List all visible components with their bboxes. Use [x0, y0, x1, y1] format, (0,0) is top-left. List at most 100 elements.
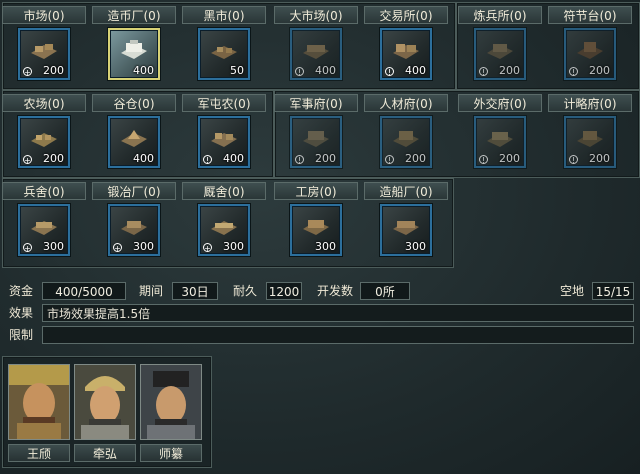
building-market[interactable]: 市场(0) + 200	[2, 6, 88, 90]
funds-label: 资金	[8, 284, 33, 298]
building-strategy-office[interactable]: 计略府(0) ! 200	[548, 94, 634, 178]
building-military-farm[interactable]: 军屯农(0) ! 400	[182, 94, 268, 178]
building-cost: 400	[315, 64, 336, 77]
diplomacy-office-icon[interactable]: ! 200	[474, 116, 526, 168]
officer-name: 牵弘	[74, 444, 136, 462]
officer-portrait-icon[interactable]	[74, 364, 136, 440]
building-cost: 200	[499, 152, 520, 165]
building-label: 造船厂(0)	[364, 182, 448, 200]
military-office-icon[interactable]: ! 200	[290, 116, 342, 168]
workshop-icon[interactable]: 300	[290, 204, 342, 256]
farm-icon[interactable]: + 200	[18, 116, 70, 168]
vacant-label: 空地	[559, 284, 584, 298]
mint-icon[interactable]: 400	[108, 28, 160, 80]
building-label: 厩舍(0)	[182, 182, 266, 200]
limit-text	[42, 326, 634, 344]
building-label: 造币厂(0)	[92, 6, 176, 24]
funds-value: 400/5000	[42, 282, 126, 300]
building-exchange[interactable]: 交易所(0) ! 400	[364, 6, 450, 90]
building-stable[interactable]: 厩舍(0) + 300	[182, 182, 268, 266]
building-cost: 300	[133, 240, 154, 253]
building-label: 军屯农(0)	[182, 94, 266, 112]
period-value: 30日	[172, 282, 218, 300]
grand-market-icon[interactable]: ! 400	[290, 28, 342, 80]
building-workshop[interactable]: 工房(0) 300	[274, 182, 360, 266]
building-forge[interactable]: 锻冶厂(0) + 300	[92, 182, 178, 266]
officer-portrait-icon[interactable]	[8, 364, 70, 440]
durability-value: 1200	[266, 282, 302, 300]
granary-icon[interactable]: 400	[108, 116, 160, 168]
officer-portrait-icon[interactable]	[140, 364, 202, 440]
effect-row: 效果 市场效果提高1.5倍	[2, 304, 638, 324]
training-ground-icon[interactable]: ! 200	[474, 28, 526, 80]
building-barracks[interactable]: 兵舍(0) + 300	[2, 182, 88, 266]
building-cost: 200	[589, 64, 610, 77]
building-label: 人材府(0)	[364, 94, 448, 112]
vacant-value: 15/15	[592, 282, 634, 300]
building-cost: 400	[133, 152, 154, 165]
building-cost: 200	[405, 152, 426, 165]
effect-label: 效果	[8, 306, 33, 320]
building-label: 计略府(0)	[548, 94, 632, 112]
black-market-icon[interactable]: 50	[198, 28, 250, 80]
building-label: 谷仓(0)	[92, 94, 176, 112]
officer-card-shi-zuan[interactable]: 师纂	[140, 364, 202, 464]
talent-office-icon[interactable]: ! 200	[380, 116, 432, 168]
building-label: 交易所(0)	[364, 6, 448, 24]
building-diplomacy-office[interactable]: 外交府(0) ! 200	[458, 94, 544, 178]
building-cost: 200	[499, 64, 520, 77]
building-farm[interactable]: 农场(0) + 200	[2, 94, 88, 178]
city-build-screen: { "buildings": { "rows": [ [ {"label":"市…	[0, 0, 640, 474]
building-talent-office[interactable]: 人材府(0) ! 200	[364, 94, 450, 178]
strategy-office-icon[interactable]: ! 200	[564, 116, 616, 168]
building-label: 外交府(0)	[458, 94, 542, 112]
building-cost: 300	[223, 240, 244, 253]
building-label: 兵舍(0)	[2, 182, 86, 200]
building-label: 符节台(0)	[548, 6, 632, 24]
building-label: 工房(0)	[274, 182, 358, 200]
forge-icon[interactable]: + 300	[108, 204, 160, 256]
building-cost: 300	[405, 240, 426, 253]
building-label: 农场(0)	[2, 94, 86, 112]
building-military-office[interactable]: 军事府(0) ! 200	[274, 94, 360, 178]
stats-row: 资金 400/5000 期间 30日 耐久 1200 开发数 0所 空地 15/…	[2, 282, 638, 302]
stable-icon[interactable]: + 300	[198, 204, 250, 256]
officer-card-qian-hong[interactable]: 牵弘	[74, 364, 136, 464]
building-label: 炼兵所(0)	[458, 6, 542, 24]
building-mint[interactable]: 造币厂(0) 400	[92, 6, 178, 90]
building-training-ground[interactable]: 炼兵所(0) ! 200	[458, 6, 544, 90]
building-cost: 400	[405, 64, 426, 77]
building-cost: 200	[43, 152, 64, 165]
effect-text: 市场效果提高1.5倍	[42, 304, 634, 322]
limit-label: 限制	[8, 328, 33, 342]
building-cost: 300	[315, 240, 336, 253]
limit-row: 限制	[2, 326, 638, 346]
building-cost: 300	[43, 240, 64, 253]
building-label: 市场(0)	[2, 6, 86, 24]
building-black-market[interactable]: 黑市(0) 50	[182, 6, 268, 90]
period-label: 期间	[138, 284, 163, 298]
market-icon[interactable]: + 200	[18, 28, 70, 80]
building-cost: 50	[230, 64, 244, 77]
building-cost: 400	[223, 152, 244, 165]
building-shipyard[interactable]: 造船厂(0) 300	[364, 182, 450, 266]
building-tally-tower[interactable]: 符节台(0) ! 200	[548, 6, 634, 90]
tally-tower-icon[interactable]: ! 200	[564, 28, 616, 80]
building-label: 军事府(0)	[274, 94, 358, 112]
officer-name: 师纂	[140, 444, 202, 462]
officer-card-wang-qi[interactable]: 王颀	[8, 364, 70, 464]
building-label: 大市场(0)	[274, 6, 358, 24]
building-grand-market[interactable]: 大市场(0) ! 400	[274, 6, 360, 90]
shipyard-icon[interactable]: 300	[380, 204, 432, 256]
exchange-icon[interactable]: ! 400	[380, 28, 432, 80]
building-label: 黑市(0)	[182, 6, 266, 24]
officer-name: 王颀	[8, 444, 70, 462]
military-farm-icon[interactable]: ! 400	[198, 116, 250, 168]
building-cost: 200	[589, 152, 610, 165]
building-label: 锻冶厂(0)	[92, 182, 176, 200]
building-granary[interactable]: 谷仓(0) 400	[92, 94, 178, 178]
building-cost: 200	[315, 152, 336, 165]
barracks-icon[interactable]: + 300	[18, 204, 70, 256]
building-cost: 200	[43, 64, 64, 77]
develop-value: 0所	[360, 282, 410, 300]
